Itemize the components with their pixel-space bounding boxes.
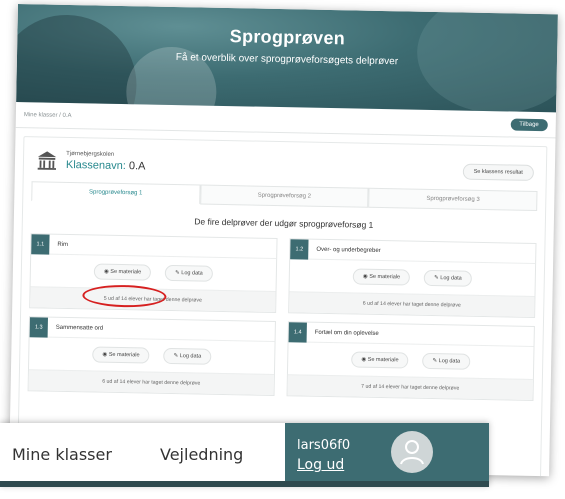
view-material-label: Se materiale [369,273,401,281]
subtest-title: Sammensatte ord [55,324,104,332]
subtest-number: 1.3 [29,316,48,338]
log-data-button[interactable]: ✎ Log data [163,347,212,365]
tab-attempt-3[interactable]: Sprogprøveforsøg 3 [368,187,538,212]
hero-banner: Sprogprøven Få et overblik over sprogprø… [16,4,558,113]
subtest-status: 6 ud af 14 elever har taget denne delprø… [289,291,535,317]
view-material-label: Se materiale [367,356,399,364]
tab-attempt-2[interactable]: Sprogprøveforsøg 2 [199,184,369,208]
nav-guidance[interactable]: Vejledning [160,445,243,464]
avatar[interactable] [391,431,433,473]
user-panel: lars06f0 Log ud [285,423,489,481]
subtest-actions: ◉ Se materiale ✎ Log data [290,259,536,296]
subtest-number: 1.4 [288,321,307,343]
class-label: Klassenavn: [65,158,126,173]
log-data-label: Log data [181,270,203,277]
subtest-actions: ◉ Se materiale ✎ Log data [288,342,534,379]
class-value: 0.A [128,160,146,173]
subtest-title: Over- og underbegreber [316,246,381,254]
subtest-card: 1.4 Fortæl om din oplevelse ◉ Se materia… [286,321,535,401]
tab-attempt-1[interactable]: Sprogprøveforsøg 1 [31,181,201,205]
user-icon [400,440,424,465]
subtest-number: 1.1 [31,233,50,255]
bottom-nav: Mine klasser Vejledning lars06f0 Log ud [0,423,489,487]
subtest-title: Fortæl om din oplevelse [314,329,379,337]
log-data-label: Log data [438,358,461,365]
log-data-label: Log data [179,353,202,360]
breadcrumb[interactable]: Mine klasser / 0.A [24,112,72,119]
screenshot-stage: Sprogprøven Få et overblik over sprogprø… [0,0,565,499]
subtest-actions: ◉ Se materiale ✎ Log data [29,337,275,374]
school-name: Tjørnebjergskolen [66,150,115,158]
log-data-label: Log data [440,275,462,282]
log-data-button[interactable]: ✎ Log data [165,264,213,282]
school-icon [37,151,57,170]
browser-window: Sprogprøven Få et overblik over sprogprø… [9,4,558,477]
log-data-button[interactable]: ✎ Log data [422,352,471,370]
subtest-title: Rim [57,241,69,248]
view-material-button[interactable]: ◉ Se materiale [352,268,411,286]
nav-my-classes[interactable]: Mine klasser [12,445,112,464]
subtest-card: 1.2 Over- og underbegreber ◉ Se material… [288,238,537,318]
log-data-button[interactable]: ✎ Log data [423,269,472,287]
back-button[interactable]: Tilbage [510,117,548,131]
subtest-card: 1.3 Sammensatte ord ◉ Se materiale ✎ Log… [27,316,276,396]
subtest-grid: 1.1 Rim ◉ Se materiale ✎ Log data 5 ud a… [20,233,545,401]
subtest-actions: ◉ Se materiale ✎ Log data [31,254,277,291]
nav-bottom-stripe [0,481,489,487]
view-material-button[interactable]: ◉ Se materiale [92,346,150,364]
subtest-number: 1.2 [290,238,309,260]
view-material-button[interactable]: ◉ Se materiale [93,263,152,281]
username: lars06f0 [297,438,351,453]
tab-bar: Sprogprøveforsøg 1 Sprogprøveforsøg 2 Sp… [31,181,538,212]
class-results-button[interactable]: Se klassens resultat [462,163,535,181]
view-material-label: Se materiale [110,268,142,276]
view-material-label: Se materiale [108,351,140,359]
view-material-button[interactable]: ◉ Se materiale [351,351,409,369]
section-heading: De fire delprøver der udgør sprogprøvefo… [194,216,374,230]
class-name: Klassenavn: 0.A [66,159,146,173]
logout-link[interactable]: Log ud [297,457,344,473]
subtest-status: 6 ud af 14 elever har taget denne delprø… [28,369,274,395]
subtest-status: 7 ud af 14 elever har taget denne delprø… [287,374,533,400]
